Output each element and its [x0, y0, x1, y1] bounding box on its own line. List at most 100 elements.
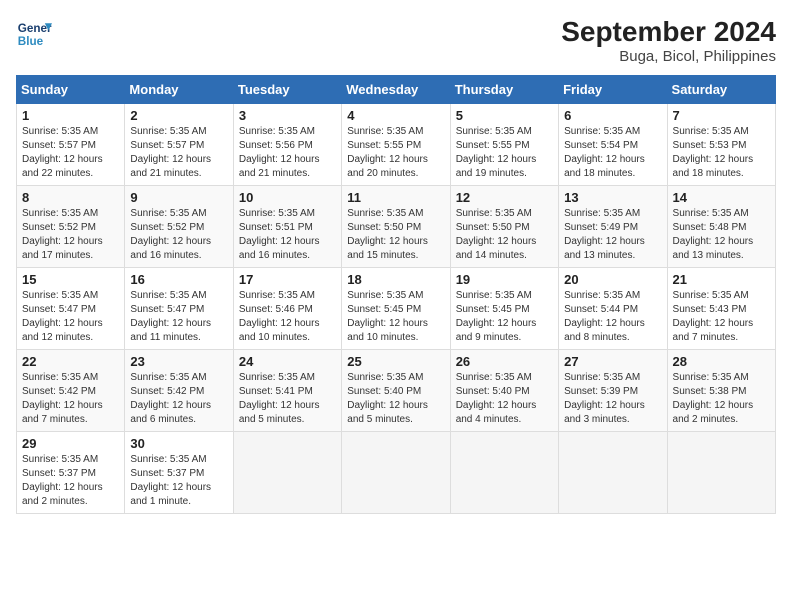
- calendar-cell: 2 Sunrise: 5:35 AM Sunset: 5:57 PM Daylig…: [125, 104, 233, 186]
- calendar-cell: 9 Sunrise: 5:35 AM Sunset: 5:52 PM Daylig…: [125, 186, 233, 268]
- calendar-cell: 14 Sunrise: 5:35 AM Sunset: 5:48 PM Dayli…: [667, 186, 775, 268]
- cell-info: Sunrise: 5:35 AM Sunset: 5:51 PM Dayligh…: [239, 207, 336, 263]
- page-header: General Blue September 2024 Buga, Bicol,…: [16, 16, 776, 65]
- cell-info: Sunrise: 5:35 AM Sunset: 5:52 PM Dayligh…: [22, 207, 119, 263]
- cell-info: Sunrise: 5:35 AM Sunset: 5:40 PM Dayligh…: [347, 371, 444, 427]
- cell-info: Sunrise: 5:35 AM Sunset: 5:38 PM Dayligh…: [673, 371, 770, 427]
- calendar-cell: 4Sunrise: 5:35 AM Sunset: 5:55 PM Daylig…: [342, 104, 450, 186]
- day-number: 20: [564, 272, 661, 287]
- logo-icon: General Blue: [16, 16, 52, 52]
- day-number: 29: [22, 436, 119, 451]
- day-number: 12: [456, 190, 553, 205]
- calendar-cell: 18 Sunrise: 5:35 AM Sunset: 5:45 PM Dayli…: [342, 268, 450, 350]
- cell-info: Sunrise: 5:35 AM Sunset: 5:50 PM Dayligh…: [456, 207, 553, 263]
- calendar-cell: 28 Sunrise: 5:35 AM Sunset: 5:38 PM Dayli…: [667, 350, 775, 432]
- cell-info: Sunrise: 5:35 AM Sunset: 5:52 PM Dayligh…: [130, 207, 227, 263]
- cell-info: Sunrise: 5:35 AM Sunset: 5:42 PM Dayligh…: [130, 371, 227, 427]
- day-number: 16: [130, 272, 227, 287]
- calendar-cell: 7Sunrise: 5:35 AM Sunset: 5:53 PM Daylig…: [667, 104, 775, 186]
- calendar-cell: 15Sunrise: 5:35 AM Sunset: 5:47 PM Dayli…: [17, 268, 125, 350]
- day-number: 21: [673, 272, 770, 287]
- day-number: 2: [130, 108, 227, 123]
- day-number: 10: [239, 190, 336, 205]
- day-header-saturday: Saturday: [667, 76, 775, 104]
- calendar-cell: 22Sunrise: 5:35 AM Sunset: 5:42 PM Dayli…: [17, 350, 125, 432]
- day-header-thursday: Thursday: [450, 76, 558, 104]
- calendar-cell: 10 Sunrise: 5:35 AM Sunset: 5:51 PM Dayli…: [233, 186, 341, 268]
- day-number: 11: [347, 190, 444, 205]
- calendar-cell: 1 Sunrise: 5:35 AM Sunset: 5:57 PM Daylig…: [17, 104, 125, 186]
- cell-info: Sunrise: 5:35 AM Sunset: 5:50 PM Dayligh…: [347, 207, 444, 263]
- cell-info: Sunrise: 5:35 AM Sunset: 5:55 PM Dayligh…: [456, 125, 553, 181]
- calendar-cell: 11 Sunrise: 5:35 AM Sunset: 5:50 PM Dayli…: [342, 186, 450, 268]
- cell-info: Sunrise: 5:35 AM Sunset: 5:39 PM Dayligh…: [564, 371, 661, 427]
- cell-info: Sunrise: 5:35 AM Sunset: 5:41 PM Dayligh…: [239, 371, 336, 427]
- calendar-cell: 17 Sunrise: 5:35 AM Sunset: 5:46 PM Dayli…: [233, 268, 341, 350]
- day-number: 30: [130, 436, 227, 451]
- cell-info: Sunrise: 5:35 AM Sunset: 5:37 PM Dayligh…: [22, 453, 119, 509]
- cell-info: Sunrise: 5:35 AM Sunset: 5:47 PM Dayligh…: [22, 289, 119, 345]
- calendar-cell: [450, 432, 558, 514]
- cell-info: Sunrise: 5:35 AM Sunset: 5:44 PM Dayligh…: [564, 289, 661, 345]
- day-header-sunday: Sunday: [17, 76, 125, 104]
- calendar-cell: [559, 432, 667, 514]
- cell-info: Sunrise: 5:35 AM Sunset: 5:49 PM Dayligh…: [564, 207, 661, 263]
- calendar-cell: 6 Sunrise: 5:35 AM Sunset: 5:54 PM Daylig…: [559, 104, 667, 186]
- day-number: 17: [239, 272, 336, 287]
- calendar-cell: 20 Sunrise: 5:35 AM Sunset: 5:44 PM Dayli…: [559, 268, 667, 350]
- day-number: 25: [347, 354, 444, 369]
- calendar-cell: 16 Sunrise: 5:35 AM Sunset: 5:47 PM Dayli…: [125, 268, 233, 350]
- calendar-week-row: 1 Sunrise: 5:35 AM Sunset: 5:57 PM Daylig…: [17, 104, 776, 186]
- cell-info: Sunrise: 5:35 AM Sunset: 5:45 PM Dayligh…: [456, 289, 553, 345]
- day-header-tuesday: Tuesday: [233, 76, 341, 104]
- calendar-cell: 23 Sunrise: 5:35 AM Sunset: 5:42 PM Dayli…: [125, 350, 233, 432]
- page-title: September 2024: [561, 16, 776, 48]
- day-header-friday: Friday: [559, 76, 667, 104]
- day-number: 4: [347, 108, 444, 123]
- calendar-cell: 21Sunrise: 5:35 AM Sunset: 5:43 PM Dayli…: [667, 268, 775, 350]
- day-number: 28: [673, 354, 770, 369]
- day-header-wednesday: Wednesday: [342, 76, 450, 104]
- svg-text:Blue: Blue: [18, 35, 44, 48]
- day-number: 13: [564, 190, 661, 205]
- cell-info: Sunrise: 5:35 AM Sunset: 5:47 PM Dayligh…: [130, 289, 227, 345]
- calendar-cell: 13 Sunrise: 5:35 AM Sunset: 5:49 PM Dayli…: [559, 186, 667, 268]
- day-number: 24: [239, 354, 336, 369]
- calendar-cell: 3Sunrise: 5:35 AM Sunset: 5:56 PM Daylig…: [233, 104, 341, 186]
- cell-info: Sunrise: 5:35 AM Sunset: 5:57 PM Dayligh…: [22, 125, 119, 181]
- day-number: 9: [130, 190, 227, 205]
- cell-info: Sunrise: 5:35 AM Sunset: 5:45 PM Dayligh…: [347, 289, 444, 345]
- cell-info: Sunrise: 5:35 AM Sunset: 5:57 PM Dayligh…: [130, 125, 227, 181]
- day-number: 1: [22, 108, 119, 123]
- day-number: 23: [130, 354, 227, 369]
- day-number: 3: [239, 108, 336, 123]
- calendar-cell: 29 Sunrise: 5:35 AM Sunset: 5:37 PM Dayli…: [17, 432, 125, 514]
- calendar-cell: 24 Sunrise: 5:35 AM Sunset: 5:41 PM Dayli…: [233, 350, 341, 432]
- calendar-header-row: SundayMondayTuesdayWednesdayThursdayFrid…: [17, 76, 776, 104]
- title-block: September 2024 Buga, Bicol, Philippines: [561, 16, 776, 65]
- calendar-week-row: 8 Sunrise: 5:35 AM Sunset: 5:52 PM Daylig…: [17, 186, 776, 268]
- day-number: 6: [564, 108, 661, 123]
- calendar-table: SundayMondayTuesdayWednesdayThursdayFrid…: [16, 75, 776, 514]
- day-number: 14: [673, 190, 770, 205]
- calendar-cell: 5Sunrise: 5:35 AM Sunset: 5:55 PM Daylig…: [450, 104, 558, 186]
- day-number: 18: [347, 272, 444, 287]
- day-number: 8: [22, 190, 119, 205]
- page-subtitle: Buga, Bicol, Philippines: [561, 48, 776, 65]
- day-number: 19: [456, 272, 553, 287]
- cell-info: Sunrise: 5:35 AM Sunset: 5:37 PM Dayligh…: [130, 453, 227, 509]
- day-number: 26: [456, 354, 553, 369]
- calendar-cell: 27Sunrise: 5:35 AM Sunset: 5:39 PM Dayli…: [559, 350, 667, 432]
- cell-info: Sunrise: 5:35 AM Sunset: 5:40 PM Dayligh…: [456, 371, 553, 427]
- calendar-cell: 25 Sunrise: 5:35 AM Sunset: 5:40 PM Dayli…: [342, 350, 450, 432]
- cell-info: Sunrise: 5:35 AM Sunset: 5:48 PM Dayligh…: [673, 207, 770, 263]
- calendar-cell: [667, 432, 775, 514]
- calendar-cell: [342, 432, 450, 514]
- day-number: 22: [22, 354, 119, 369]
- day-header-monday: Monday: [125, 76, 233, 104]
- cell-info: Sunrise: 5:35 AM Sunset: 5:54 PM Dayligh…: [564, 125, 661, 181]
- logo: General Blue: [16, 16, 52, 52]
- cell-info: Sunrise: 5:35 AM Sunset: 5:46 PM Dayligh…: [239, 289, 336, 345]
- calendar-week-row: 22 Sunrise: 5:35 AM Sunset: 5:42 PM Dayli…: [17, 350, 776, 432]
- calendar-cell: [233, 432, 341, 514]
